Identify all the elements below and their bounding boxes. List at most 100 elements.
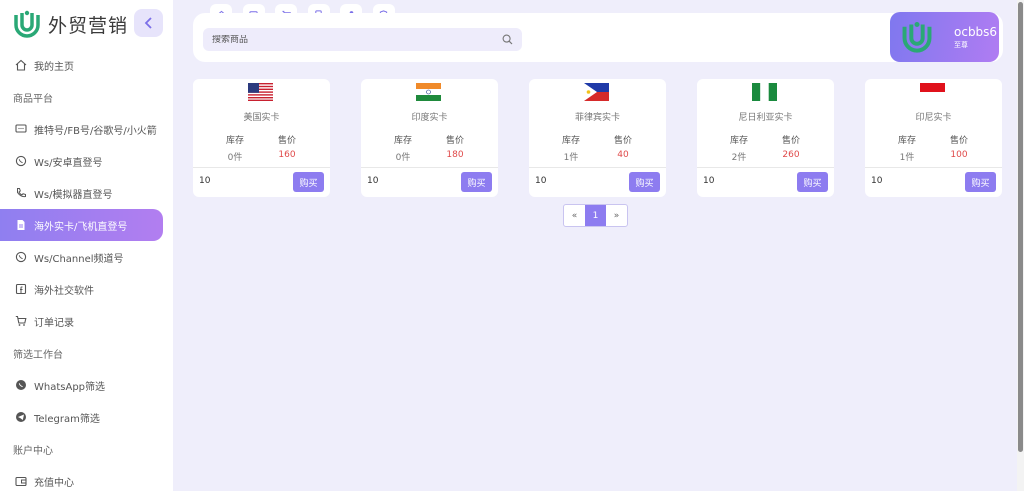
sidebar-item-label: Ws/安卓直登号 [34,157,103,169]
price-label: 售价 [949,136,968,146]
quantity-input[interactable] [535,176,595,186]
price-value: 100 [950,150,968,160]
buy-button[interactable]: 购买 [461,172,492,192]
sidebar-item-recharge[interactable]: 充值中心 [0,465,173,491]
sidebar-item-label: 我的主页 [34,61,74,73]
divider [529,167,666,168]
search-box [203,28,522,51]
quantity-input[interactable] [703,176,763,186]
user-name: ocbbs6 [954,24,998,39]
collapse-sidebar-button[interactable] [134,9,163,37]
divider [697,167,834,168]
product-card: 印尼实卡 库存 售价 1件 100 购买 [865,79,1002,197]
sidebar-item-social-software[interactable]: 海外社交软件 [0,273,173,305]
stock-label: 库存 [897,136,916,146]
search-icon[interactable] [502,34,513,45]
sidebar-item-whatsapp-filter[interactable]: WhatsApp筛选 [0,369,173,401]
stock-value: 2件 [731,153,747,163]
sidebar-nav: 我的主页 商品平台 推特号/FB号/谷歌号/小火箭 Ws/安卓直登号 Ws/模拟… [0,49,173,491]
section-filter-heading: 筛选工作台 [13,349,63,361]
price-value: 160 [278,150,296,160]
stock-label: 库存 [729,136,748,146]
sidebar-item-ws-android[interactable]: Ws/安卓直登号 [0,145,173,177]
price-value: 260 [782,150,800,160]
whatsapp-icon [14,155,27,168]
stock-value: 0件 [395,153,411,163]
user-info: ocbbs6 至尊 [954,25,997,50]
stock-label: 库存 [561,136,580,146]
sidebar-item-label: Ws/模拟器直登号 [34,189,113,201]
sidebar-item-label: 充值中心 [34,477,74,489]
telegram-icon [14,411,27,424]
divider [361,167,498,168]
facebook-icon [14,283,27,296]
sidebar-item-label: 推特号/FB号/谷歌号/小火箭 [34,125,157,137]
nigeria-flag-icon [752,83,777,101]
sidebar-item-overseas-card[interactable]: 海外实卡/飞机直登号 [0,209,163,241]
wallet-icon [14,475,27,488]
section-products-heading: 商品平台 [13,93,53,105]
product-card: 菲律宾实卡 库存 售价 1件 40 购买 [529,79,666,197]
sidebar-item-telegram-filter[interactable]: Telegram筛选 [0,401,173,433]
sidebar-item-ws-emulator[interactable]: Ws/模拟器直登号 [0,177,173,209]
price-label: 售价 [277,136,296,146]
buy-button[interactable]: 购买 [797,172,828,192]
india-flag-icon [416,83,441,101]
stock-value: 0件 [227,153,243,163]
brand-logo-icon [14,10,40,38]
sidebar-item-label: Telegram筛选 [34,413,100,425]
price-label: 售价 [781,136,800,146]
quantity-input[interactable] [367,176,427,186]
product-title: 印度实卡 [411,113,448,123]
product-card: 美国实卡 库存 售价 0件 160 购买 [193,79,330,197]
sidebar-item-ws-channel[interactable]: Ws/Channel频道号 [0,241,173,273]
sidebar-item-orders[interactable]: 订单记录 [0,305,173,337]
next-page-button[interactable]: » [606,205,627,226]
cart-icon [14,315,27,328]
chevron-left-icon [144,17,152,29]
quantity-input[interactable] [199,176,259,186]
brand[interactable]: 外贸营销 [12,8,128,40]
quantity-input[interactable] [871,176,931,186]
search-input[interactable] [212,34,482,45]
buy-button[interactable]: 购买 [293,172,324,192]
stock-value: 1件 [563,153,579,163]
home-icon [14,59,27,72]
stock-label: 库存 [393,136,412,146]
sidebar-item-label: 订单记录 [34,317,74,329]
sidebar-item-label: Ws/Channel频道号 [34,253,124,265]
header-bar [193,13,1003,62]
buy-button[interactable]: 购买 [629,172,660,192]
sidebar-item-twitter-accounts[interactable]: 推特号/FB号/谷歌号/小火箭 [0,113,173,145]
product-grid: 美国实卡 库存 售价 0件 160 购买 印度实卡 库存 售价 0件 180 购… [193,79,1003,197]
price-value: 40 [617,150,629,160]
indonesia-flag-icon [920,83,945,101]
divider [193,167,330,168]
product-card: 印度实卡 库存 售价 0件 180 购买 [361,79,498,197]
product-title: 印尼实卡 [915,113,952,123]
prev-page-button[interactable]: « [564,205,585,226]
scrollbar-thumb[interactable] [1018,2,1023,452]
philippines-flag-icon [584,83,609,101]
buy-button[interactable]: 购买 [965,172,996,192]
divider [865,167,1002,168]
page-scrollbar[interactable] [1017,0,1024,491]
product-card: 尼日利亚实卡 库存 售价 2件 260 购买 [697,79,834,197]
page-button-current[interactable]: 1 [585,205,606,226]
stock-label: 库存 [225,136,244,146]
user-card[interactable]: ocbbs6 至尊 [890,12,999,62]
product-title: 菲律宾实卡 [574,113,620,123]
whatsapp-filled-icon [14,379,27,392]
brand-name: 外贸营销 [48,14,129,37]
whatsapp-icon [14,251,27,264]
product-title: 美国实卡 [243,113,280,123]
sidebar-item-label: WhatsApp筛选 [34,381,106,393]
phone-icon [14,187,27,200]
price-label: 售价 [445,136,464,146]
price-value: 180 [446,150,464,160]
user-level-badge: 至尊 [954,40,968,49]
pagination: « 1 » [563,204,628,227]
document-icon [14,219,27,232]
product-title: 尼日利亚实卡 [738,113,793,123]
sidebar-item-home[interactable]: 我的主页 [0,49,173,81]
